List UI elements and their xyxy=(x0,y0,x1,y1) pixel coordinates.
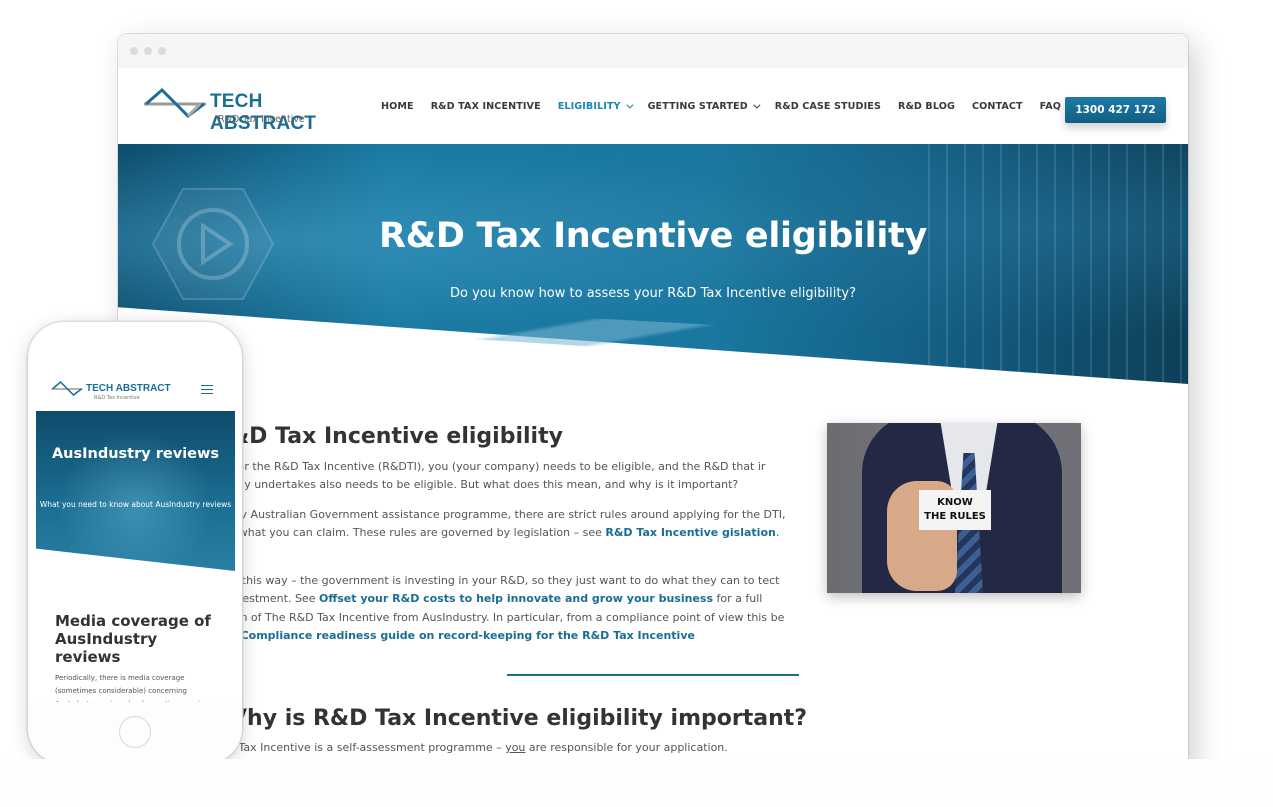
legislation-link[interactable]: R&D Tax Incentive gislation xyxy=(605,526,775,539)
logo-title: TECH ABSTRACT xyxy=(210,91,317,134)
nav-label: R&D BLOG xyxy=(897,100,955,112)
self-assessment-paragraph: e R&D Tax Incentive is a self-assessment… xyxy=(200,739,800,757)
server-rack-background xyxy=(928,144,1188,384)
nav-contact[interactable]: CONTACT xyxy=(972,101,1023,112)
main-nav: HOME R&D TAX INCENTIVE ELIGIBILITY GETTI… xyxy=(381,68,1078,144)
site-logo[interactable]: TECH ABSTRACT R&D Tax Incentive xyxy=(142,84,362,134)
nav-getting-started[interactable]: GETTING STARTED xyxy=(647,100,761,112)
mobile-hero-title: AusIndustry reviews xyxy=(51,446,220,462)
mobile-paragraph: Periodically, there is media coverage (s… xyxy=(55,674,214,704)
page-footer-fade xyxy=(0,759,1273,807)
nav-label: CONTACT xyxy=(971,100,1023,112)
logo-wave-icon xyxy=(51,380,83,396)
logo-wave-icon xyxy=(144,87,206,118)
nav-label: R&D TAX INCENTIVE xyxy=(430,100,541,112)
rules-card: KNOW THE RULES xyxy=(919,490,991,530)
window-dot-icon xyxy=(130,47,138,55)
nav-label: ELIGIBILITY xyxy=(557,100,621,112)
nav-label: HOME xyxy=(381,100,414,112)
paragraph-text: e R&D Tax Incentive is a self-assessment… xyxy=(200,741,506,754)
hero-title: R&D Tax Incentive eligibility xyxy=(379,216,927,256)
phone-number-button[interactable]: 1300 427 172 xyxy=(1065,97,1166,123)
section-heading-eligibility: &D Tax Incentive eligibility xyxy=(230,424,563,449)
mobile-logo-subtitle: R&D Tax Incentive xyxy=(94,395,140,401)
nav-eligibility[interactable]: ELIGIBILITY xyxy=(557,100,634,112)
know-the-rules-photo: KNOW THE RULES xyxy=(827,423,1081,593)
intro-paragraph: apply for the R&D Tax Incentive (R&DTI),… xyxy=(200,460,766,492)
nav-rd-tax-incentive[interactable]: R&D TAX INCENTIVE xyxy=(431,101,541,112)
hamburger-menu-icon[interactable] xyxy=(201,385,213,394)
chevron-down-icon xyxy=(753,101,761,109)
nav-case-studies[interactable]: R&D CASE STUDIES xyxy=(775,101,881,112)
nav-home[interactable]: HOME xyxy=(381,101,414,112)
card-text: KNOW xyxy=(937,497,973,508)
section-divider xyxy=(507,674,799,676)
home-button[interactable] xyxy=(119,716,151,748)
logo-subtitle: R&D Tax Incentive xyxy=(218,114,305,125)
offset-costs-link[interactable]: Offset your R&D costs to help innovate a… xyxy=(319,592,713,605)
hero-banner: R&D Tax Incentive eligibility Do you kno… xyxy=(118,144,1188,384)
mobile-logo-title[interactable]: TECH ABSTRACT xyxy=(86,383,171,394)
desktop-browser-mockup: TECH ABSTRACT R&D Tax Incentive HOME R&D… xyxy=(118,34,1188,774)
nav-label: FAQ xyxy=(1039,100,1062,112)
paragraph-text: are responsible for your application. xyxy=(525,741,728,754)
nav-faq[interactable]: FAQ xyxy=(1040,101,1061,112)
mobile-hero: AusIndustry reviews What you need to kno… xyxy=(36,411,235,571)
mobile-heading: Media coverage of AusIndustry reviews xyxy=(55,612,211,666)
paragraph-text: . xyxy=(775,526,780,540)
nav-blog[interactable]: R&D BLOG xyxy=(898,101,955,112)
emphasis-text: you xyxy=(505,741,526,754)
hero-subtitle: Do you know how to assess your R&D Tax I… xyxy=(449,286,857,301)
legislation-paragraph: with any Australian Government assistanc… xyxy=(200,506,800,543)
window-dot-icon xyxy=(144,47,152,55)
chevron-down-icon xyxy=(625,101,634,109)
mobile-phone-mockup: TECH ABSTRACT R&D Tax Incentive AusIndus… xyxy=(28,322,242,764)
site-header: TECH ABSTRACT R&D Tax Incentive HOME R&D… xyxy=(118,68,1188,144)
browser-titlebar xyxy=(118,34,1188,68)
mobile-hero-subtitle: What you need to know about AusIndustry … xyxy=(39,500,232,509)
window-dot-icon xyxy=(158,47,166,55)
nav-label: R&D CASE STUDIES xyxy=(774,100,881,112)
mobile-header: TECH ABSTRACT R&D Tax Incentive xyxy=(36,364,235,411)
investment-paragraph: nk of it this way – the government is in… xyxy=(200,572,800,645)
mobile-screen: TECH ABSTRACT R&D Tax Incentive AusIndus… xyxy=(36,364,235,704)
section-heading-importance: Vhy is R&D Tax Incentive eligibility imp… xyxy=(230,706,808,731)
compliance-guide-link[interactable]: Compliance readiness guide on record-kee… xyxy=(241,629,695,642)
nav-label: GETTING STARTED xyxy=(647,100,748,112)
card-text: THE RULES xyxy=(924,511,986,522)
